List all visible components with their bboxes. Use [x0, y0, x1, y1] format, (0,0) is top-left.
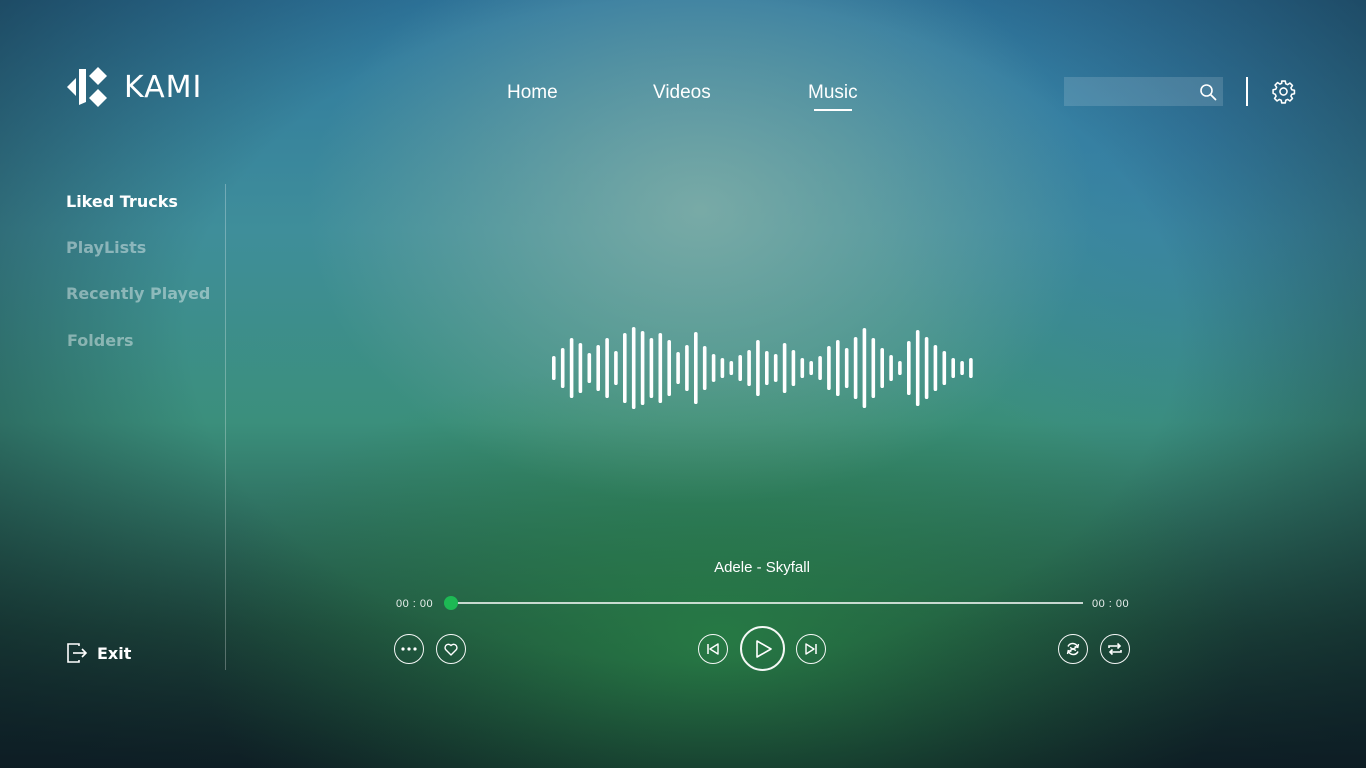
like-button[interactable]: [436, 634, 466, 664]
track-title: Adele - Skyfall: [714, 559, 810, 576]
audio-waveform: [552, 327, 973, 409]
waveform-bar: [640, 331, 645, 405]
exit-button[interactable]: Exit: [66, 642, 131, 664]
waveform-bar: [871, 338, 876, 398]
waveform-bar: [685, 345, 689, 391]
waveform-bar: [569, 338, 574, 398]
progress-bar[interactable]: [444, 596, 1083, 610]
skip-next-icon: [805, 643, 817, 655]
skip-previous-icon: [707, 643, 719, 655]
waveform-bar: [880, 348, 884, 388]
waveform-bar: [605, 338, 609, 398]
waveform-bar: [614, 351, 618, 385]
waveform-bar: [756, 340, 760, 396]
more-icon: [401, 647, 417, 651]
waveform-bar: [773, 354, 778, 382]
waveform-bar: [933, 345, 938, 391]
total-duration: 00 : 00: [1092, 598, 1130, 610]
nav-videos[interactable]: Videos: [653, 82, 711, 104]
waveform-bar: [729, 361, 734, 375]
waveform-bar: [560, 348, 565, 388]
waveform-bar: [942, 351, 947, 385]
waveform-bar: [747, 350, 751, 386]
search-input[interactable]: [1064, 77, 1210, 106]
repeat-icon: [1108, 642, 1122, 656]
waveform-bar: [596, 345, 600, 391]
heart-icon: [444, 643, 458, 656]
waveform-bar: [924, 337, 929, 399]
next-button[interactable]: [796, 634, 826, 664]
waveform-bar: [889, 355, 893, 381]
waveform-bar: [907, 341, 911, 395]
waveform-bar: [711, 354, 716, 382]
waveform-bar: [694, 332, 698, 404]
shuffle-button[interactable]: [1058, 634, 1088, 664]
waveform-bar: [587, 353, 592, 383]
waveform-bar: [898, 361, 902, 375]
elapsed-time: 00 : 00: [396, 598, 434, 610]
waveform-bar: [862, 328, 867, 408]
waveform-bar: [552, 356, 556, 380]
waveform-bar: [827, 346, 831, 390]
sidebar-divider: [225, 184, 226, 670]
play-icon: [756, 639, 772, 658]
progress-handle[interactable]: [444, 596, 458, 610]
waveform-bar: [649, 338, 654, 398]
play-button[interactable]: [740, 626, 785, 671]
waveform-bar: [738, 355, 742, 381]
waveform-bar: [578, 343, 583, 393]
waveform-bar: [791, 350, 796, 386]
waveform-bar: [720, 358, 725, 378]
waveform-bar: [765, 351, 769, 385]
waveform-bar: [658, 333, 663, 403]
sidebar-item-folders[interactable]: Folders: [67, 331, 133, 350]
nav-home[interactable]: Home: [507, 82, 558, 104]
shuffle-icon: [1066, 642, 1080, 656]
waveform-bar: [782, 343, 787, 393]
waveform-bar: [951, 358, 955, 378]
waveform-bar: [667, 340, 671, 396]
nav-music[interactable]: Music: [808, 82, 858, 104]
exit-label: Exit: [97, 643, 132, 663]
search-icon[interactable]: [1199, 83, 1217, 101]
waveform-bar: [623, 333, 627, 403]
waveform-bar: [836, 340, 840, 396]
gear-icon[interactable]: [1271, 79, 1296, 104]
waveform-bar: [631, 327, 636, 409]
sidebar-item-liked-trucks[interactable]: Liked Trucks: [66, 192, 178, 211]
repeat-button[interactable]: [1100, 634, 1130, 664]
waveform-bar: [702, 346, 707, 390]
sidebar-item-recently-played[interactable]: Recently Played: [66, 284, 210, 303]
waveform-bar: [809, 361, 813, 375]
sidebar-item-playlists[interactable]: PlayLists: [66, 238, 146, 257]
waveform-bar: [800, 358, 805, 378]
logout-icon: [67, 643, 88, 663]
waveform-bar: [960, 361, 964, 375]
waveform-bar: [818, 356, 822, 380]
waveform-bar: [676, 352, 680, 384]
header-divider: [1246, 77, 1248, 106]
search-box: [1064, 77, 1223, 106]
waveform-bar: [844, 348, 849, 388]
previous-button[interactable]: [698, 634, 728, 664]
waveform-bar: [969, 358, 973, 378]
waveform-bar: [915, 330, 920, 406]
more-button[interactable]: [394, 634, 424, 664]
waveform-bar: [853, 337, 858, 399]
